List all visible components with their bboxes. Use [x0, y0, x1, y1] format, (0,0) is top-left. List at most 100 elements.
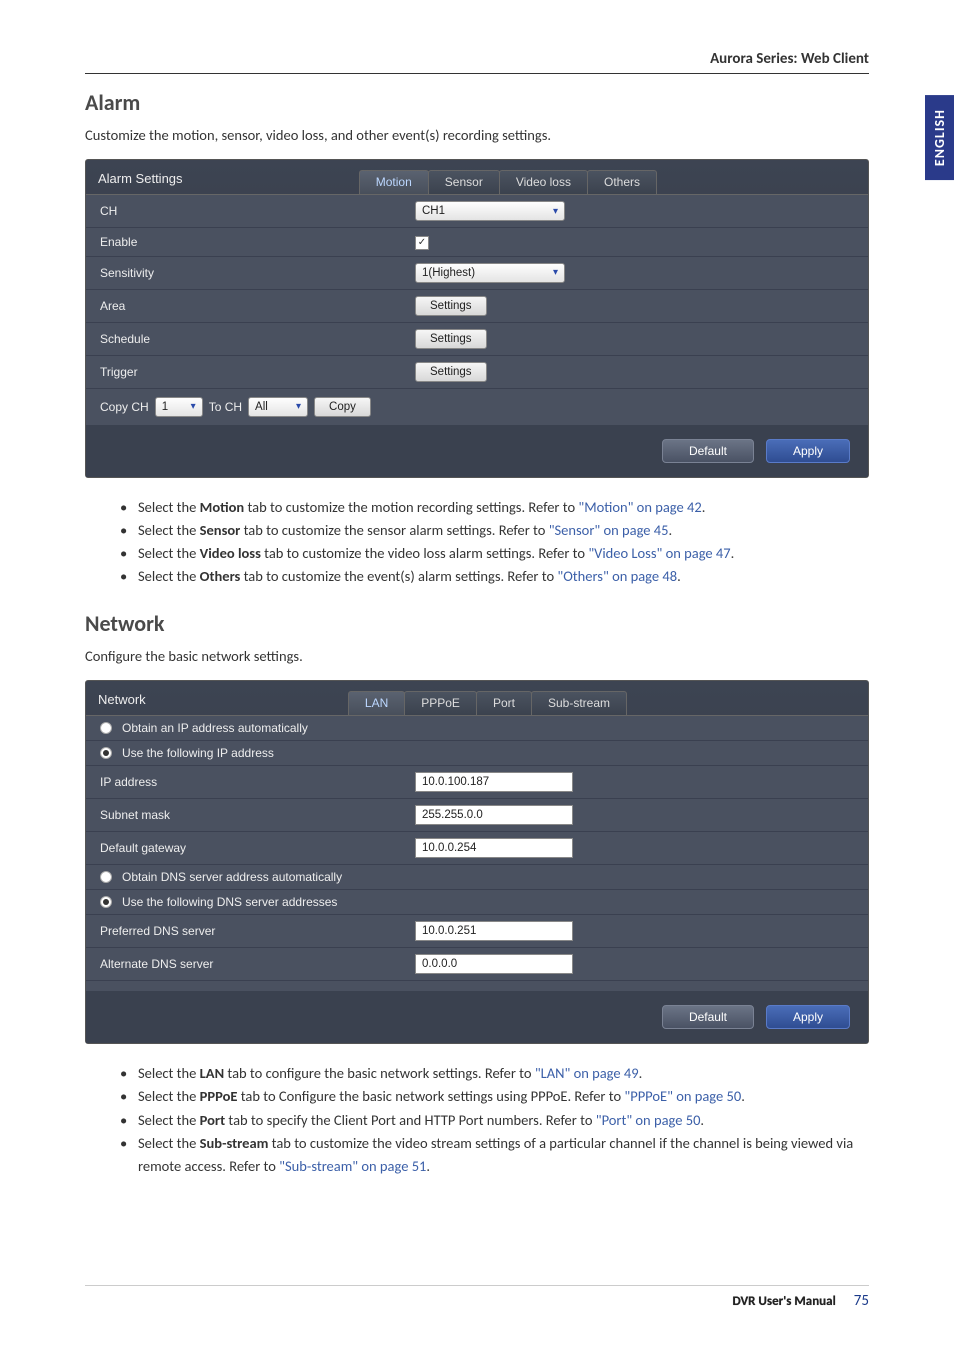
- link-port[interactable]: "Port" on page 50: [596, 1111, 701, 1129]
- txt: .: [700, 1111, 704, 1129]
- chevron-updown-icon: ▾: [191, 401, 196, 412]
- txt: PPPoE: [200, 1087, 238, 1105]
- tab-motion[interactable]: Motion: [359, 170, 429, 194]
- txt: .: [668, 521, 672, 539]
- trigger-label: Trigger: [100, 365, 415, 379]
- language-tab: ENGLISH: [925, 95, 954, 180]
- alarm-panel-title: Alarm Settings: [98, 171, 183, 194]
- sensitivity-label: Sensitivity: [100, 266, 415, 280]
- copy-button[interactable]: Copy: [314, 397, 371, 417]
- txt: Select the: [138, 544, 200, 562]
- txt: Select the: [138, 567, 200, 585]
- txt: Select the: [138, 1111, 200, 1129]
- tab-others[interactable]: Others: [587, 170, 657, 194]
- copy-ch-label: Copy CH: [100, 400, 149, 414]
- tab-port[interactable]: Port: [476, 691, 532, 715]
- txt: tab to Configure the basic network setti…: [237, 1087, 624, 1105]
- txt: Motion: [200, 498, 245, 516]
- chevron-updown-icon: ▾: [553, 206, 558, 217]
- alarm-panel: Alarm Settings Motion Sensor Video loss …: [85, 159, 869, 478]
- txt: Select the: [138, 498, 200, 516]
- prefdns-input[interactable]: 10.0.0.251: [415, 921, 573, 941]
- subnet-label: Subnet mask: [100, 808, 415, 822]
- txt: tab to specify the Client Port and HTTP …: [225, 1111, 596, 1129]
- txt: LAN: [200, 1064, 224, 1082]
- txt: tab to customize the motion recording se…: [244, 498, 578, 516]
- footer-page-number: 75: [854, 1292, 869, 1310]
- ip-input[interactable]: 10.0.100.187: [415, 772, 573, 792]
- link-videoloss[interactable]: "Video Loss" on page 47: [588, 544, 730, 562]
- area-settings-button[interactable]: Settings: [415, 296, 487, 316]
- tab-pppoe[interactable]: PPPoE: [404, 691, 477, 715]
- txt: Select the: [138, 1087, 200, 1105]
- tab-lan[interactable]: LAN: [348, 691, 405, 715]
- txt: .: [639, 1064, 643, 1082]
- gateway-label: Default gateway: [100, 841, 415, 855]
- subnet-input[interactable]: 255.255.0.0: [415, 805, 573, 825]
- copy-ch-value: 1: [162, 401, 168, 413]
- txt: .: [426, 1157, 430, 1175]
- link-lan[interactable]: "LAN" on page 49: [535, 1064, 639, 1082]
- txt: tab to configure the basic network setti…: [224, 1064, 535, 1082]
- alarm-heading: Alarm: [85, 89, 869, 116]
- radio-use-dns[interactable]: [100, 896, 112, 908]
- gateway-input[interactable]: 10.0.0.254: [415, 838, 573, 858]
- copy-ch-select[interactable]: 1 ▾: [155, 397, 203, 417]
- txt: tab to customize the event(s) alarm sett…: [240, 567, 557, 585]
- txt: .: [702, 498, 706, 516]
- radio-use-dns-label: Use the following DNS server addresses: [122, 895, 337, 909]
- area-label: Area: [100, 299, 415, 313]
- network-apply-button[interactable]: Apply: [766, 1005, 850, 1029]
- network-panel: Network LAN PPPoE Port Sub-stream Obtain…: [85, 680, 869, 1044]
- txt: Select the: [138, 521, 200, 539]
- network-bullets: Select the LAN tab to configure the basi…: [85, 1062, 869, 1178]
- radio-obtain-dns[interactable]: [100, 871, 112, 883]
- txt: .: [741, 1087, 745, 1105]
- radio-use-ip[interactable]: [100, 747, 112, 759]
- chevron-updown-icon: ▾: [296, 401, 301, 412]
- alarm-default-button[interactable]: Default: [662, 439, 754, 463]
- ch-label: CH: [100, 204, 415, 218]
- enable-checkbox[interactable]: ✓: [415, 236, 429, 250]
- radio-obtain-ip-label: Obtain an IP address automatically: [122, 721, 308, 735]
- footer-manual-label: DVR User's Manual: [732, 1294, 835, 1309]
- txt: Sub-stream: [200, 1134, 269, 1152]
- network-panel-title: Network: [98, 692, 146, 715]
- alarm-bullets: Select the Motion tab to customize the m…: [85, 496, 869, 589]
- tab-sensor[interactable]: Sensor: [428, 170, 500, 194]
- tab-videoloss[interactable]: Video loss: [499, 170, 588, 194]
- alarm-intro: Customize the motion, sensor, video loss…: [85, 126, 869, 144]
- txt: Port: [200, 1111, 225, 1129]
- radio-obtain-dns-label: Obtain DNS server address automatically: [122, 870, 342, 884]
- txt: Select the: [138, 1064, 200, 1082]
- link-pppoe[interactable]: "PPPoE" on page 50: [624, 1087, 741, 1105]
- ch-select[interactable]: CH1 ▾: [415, 201, 565, 221]
- network-default-button[interactable]: Default: [662, 1005, 754, 1029]
- tab-substream[interactable]: Sub-stream: [531, 691, 627, 715]
- ip-label: IP address: [100, 775, 415, 789]
- altdns-label: Alternate DNS server: [100, 957, 415, 971]
- trigger-settings-button[interactable]: Settings: [415, 362, 487, 382]
- txt: Select the: [138, 1134, 200, 1152]
- txt: .: [731, 544, 735, 562]
- prefdns-label: Preferred DNS server: [100, 924, 415, 938]
- link-substream[interactable]: "Sub-stream" on page 51: [279, 1157, 426, 1175]
- alarm-apply-button[interactable]: Apply: [766, 439, 850, 463]
- schedule-label: Schedule: [100, 332, 415, 346]
- radio-obtain-ip[interactable]: [100, 722, 112, 734]
- page-header: Aurora Series: Web Client: [85, 50, 869, 74]
- link-motion[interactable]: "Motion" on page 42: [578, 498, 701, 516]
- to-ch-select[interactable]: All ▾: [248, 397, 308, 417]
- txt: Video loss: [200, 544, 261, 562]
- sensitivity-value: 1(Highest): [422, 267, 475, 279]
- link-sensor[interactable]: "Sensor" on page 45: [549, 521, 669, 539]
- txt: .: [677, 567, 681, 585]
- txt: Sensor: [200, 521, 241, 539]
- ch-select-value: CH1: [422, 205, 445, 217]
- sensitivity-select[interactable]: 1(Highest) ▾: [415, 263, 565, 283]
- altdns-input[interactable]: 0.0.0.0: [415, 954, 573, 974]
- txt: tab to customize the sensor alarm settin…: [240, 521, 548, 539]
- radio-use-ip-label: Use the following IP address: [122, 746, 274, 760]
- link-others[interactable]: "Others" on page 48: [557, 567, 677, 585]
- schedule-settings-button[interactable]: Settings: [415, 329, 487, 349]
